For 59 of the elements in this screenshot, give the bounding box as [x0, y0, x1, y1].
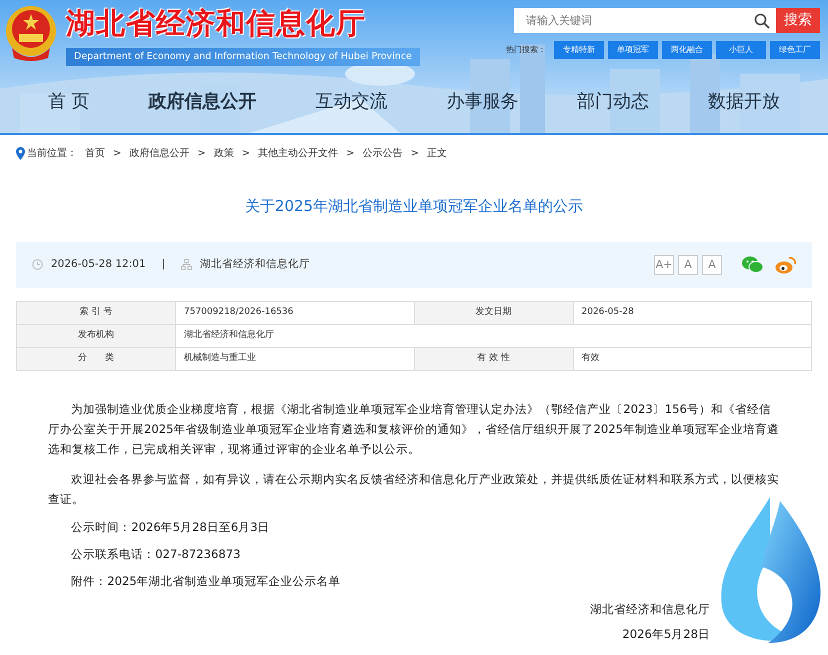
meta-value: 机械制造与重工业	[176, 347, 414, 370]
search-button[interactable]: 搜索	[776, 8, 820, 33]
meta-value: 湖北省经济和信息化厅	[176, 324, 812, 347]
nav-tab[interactable]: 数据开放	[708, 88, 780, 116]
article-line: 附件：2025年湖北省制造业单项冠军企业公示名单	[70, 573, 342, 590]
breadcrumb-separator: >	[113, 146, 122, 160]
breadcrumb-separator: >	[242, 146, 250, 160]
font-size-button[interactable]: A+	[654, 254, 674, 274]
meta-value: 有效	[573, 347, 812, 370]
meta-label: 发布机构	[16, 324, 176, 347]
nav-tab[interactable]: 部门动态	[577, 88, 650, 116]
hot-search-label: 热门搜索：	[506, 44, 546, 56]
wechat-icon[interactable]	[742, 256, 763, 273]
breadcrumb-separator: >	[410, 146, 419, 160]
meta-value: 757009218/2026-16536	[176, 301, 414, 324]
breadcrumb-separator: >	[197, 146, 206, 160]
font-size-button[interactable]: A	[678, 254, 698, 274]
hot-tag[interactable]: 绿色工厂	[770, 41, 820, 59]
weibo-icon[interactable]	[775, 256, 796, 274]
breadcrumb-link[interactable]: 其他主动公开文件	[258, 146, 338, 160]
nav-tab[interactable]: 政府信息公开	[148, 88, 257, 116]
breadcrumb-link[interactable]: 正文	[426, 146, 447, 160]
site-subtitle: Department of Economy and Information Technology of Hubei Province	[66, 48, 420, 66]
breadcrumb-separator: >	[346, 146, 355, 160]
nav-tab[interactable]: 互动交流	[315, 88, 388, 116]
sitemap-icon	[181, 259, 192, 270]
hot-tag[interactable]: 单项冠军	[608, 41, 658, 59]
meta-label: 索 引 号	[16, 301, 176, 324]
breadcrumb-label: 当前位置：	[27, 146, 77, 160]
hot-tag[interactable]: 小巨人	[716, 41, 766, 59]
breadcrumb-link[interactable]: 公示公告	[362, 146, 403, 160]
location-pin-icon	[16, 146, 25, 160]
meta-value: 2026-05-28	[573, 301, 812, 324]
clock-icon	[32, 259, 43, 270]
meta-label: 发文日期	[414, 301, 573, 324]
article-source: 湖北省经济和信息化厅	[200, 256, 310, 272]
meta-divider: |	[162, 256, 166, 272]
meta-label: 分 类	[16, 347, 176, 370]
article-title: 关于2025年湖北省制造业单项冠军企业名单的公示	[244, 196, 584, 217]
search-icon[interactable]	[754, 12, 770, 28]
article-paragraph: 欢迎社会各界参与监督，如有异议，请在公示期内实名反馈省经济和信息化厅产业政策处，并提供纸质佐证材料和联系方式，以便核实查证。	[48, 470, 780, 508]
article-line: 公示时间：2026年5月28日至6月3日	[70, 518, 271, 536]
font-size-button[interactable]: A	[702, 254, 722, 274]
signature-date: 2026年5月28日	[621, 626, 710, 644]
site-title: 湖北省经济和信息化厅	[66, 8, 366, 40]
breadcrumb-link[interactable]: 政府信息公开	[129, 146, 190, 160]
nav-tab[interactable]: 办事服务	[446, 88, 518, 116]
hot-tag[interactable]: 两化融合	[662, 41, 712, 59]
signature: 湖北省经济和信息化厅	[589, 600, 710, 618]
breadcrumb-link[interactable]: 首页	[85, 146, 105, 160]
publish-datetime: 2026-05-28 12:01	[51, 256, 146, 272]
breadcrumb-link[interactable]: 政策	[214, 146, 234, 160]
search-field[interactable]: 请输入关键词	[514, 8, 754, 33]
article-line: 公示联系电话：027-87236873	[70, 546, 242, 563]
article-paragraph: 为加强制造业优质企业梯度培育，根据《湖北省制造业单项冠军企业培育管理认定办法》（鄂经信产业〔2023〕156号）和《省经信厅办公室关于开展2025年省级制造业单项冠军企业培育遴选和复核评价的通知》，省经信厅组织开展了2025年制造业单项冠军企业培育遴选和复核工作，已完成相关评审，现将通过评审的企业名单予以公示。	[48, 400, 780, 458]
hot-tag[interactable]: 专精特新	[554, 41, 604, 59]
meta-label: 有 效 性	[414, 347, 573, 370]
nav-tab[interactable]: 首 页	[48, 88, 90, 116]
emblem-icon	[4, 4, 58, 62]
